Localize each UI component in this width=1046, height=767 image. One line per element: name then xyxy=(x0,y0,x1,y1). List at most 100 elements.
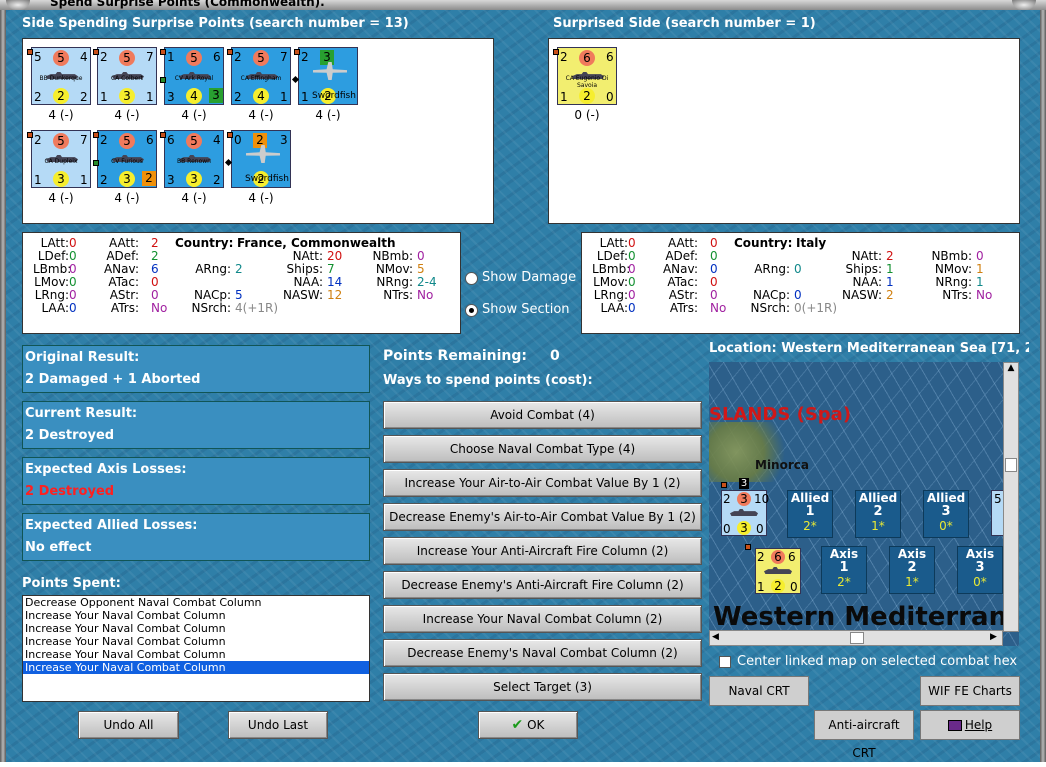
list-item[interactable]: Increase Your Naval Combat Column xyxy=(23,648,369,661)
axis-box[interactable]: Axis 3 0* xyxy=(957,546,1003,594)
axis-box[interactable]: Axis 2 1* xyxy=(889,546,935,594)
counter-tl-value: 2 xyxy=(560,50,568,64)
unit-counter[interactable]: 2 7 1 1 5 3 CA Colbert xyxy=(97,47,157,105)
unit-counter[interactable]: 1 6 3 5 4 3 CV Ark Royal xyxy=(164,47,224,105)
list-item[interactable]: Increase Your Naval Combat Column xyxy=(23,635,369,648)
list-item[interactable]: Increase Your Naval Combat Column xyxy=(23,609,369,622)
counter-name: CA Eugenio Di Savoia xyxy=(565,75,609,89)
axis-box-number: 3 xyxy=(975,560,985,575)
stat-nsrch: 4(+1R) xyxy=(235,301,279,315)
counter-bl-value: 1 xyxy=(34,173,42,187)
counter-name: CV Ark Royal xyxy=(174,75,214,82)
counter-br-value: 1 xyxy=(280,90,288,104)
map-unit-counter[interactable]: 261062 xyxy=(755,548,801,594)
allied-box-number: 2 xyxy=(873,504,883,519)
island-land xyxy=(709,422,799,482)
spend-option-button[interactable]: Decrease Enemy's Air-to-Air Combat Value… xyxy=(383,503,702,531)
unit-counter[interactable]: 0 3 2 2 Swordfish xyxy=(231,130,291,188)
counter-bl-value: 2 xyxy=(234,90,242,104)
control-marker xyxy=(160,49,166,55)
spend-option-button[interactable]: Decrease Enemy's Anti-Aircraft Fire Colu… xyxy=(383,571,702,599)
unit-counter[interactable]: 5 4 2 2 5 2 BB Dunkerque xyxy=(31,47,91,105)
counter-attack-value: 3 xyxy=(320,50,334,65)
counter-bl-value: 3 xyxy=(167,90,175,104)
system-menu-icon[interactable] xyxy=(6,0,30,10)
unit-counter[interactable]: 2 6 1 0 6 2 CA Eugenio Di Savoia xyxy=(557,47,617,105)
counter-br-value: 1 xyxy=(146,90,154,104)
scroll-right-icon[interactable]: ▶ xyxy=(990,632,997,642)
linked-map[interactable]: SLANDS (Spa) Minorca Western Mediterran … xyxy=(709,362,1019,646)
control-marker xyxy=(745,544,751,550)
map-unit-br: 0 xyxy=(756,522,764,536)
axis-box[interactable]: Axis 1 2* xyxy=(821,546,867,594)
center-map-checkbox[interactable] xyxy=(719,656,731,668)
counter-attack-value: 5 xyxy=(53,50,69,66)
control-marker xyxy=(227,132,233,138)
spend-option-button[interactable]: Select Target (3) xyxy=(383,673,702,701)
show-damage-label[interactable]: Show Damage xyxy=(482,270,576,285)
unit-counter[interactable]: 2 1 3 2 Swordfish xyxy=(298,47,358,105)
spend-option-button[interactable]: Increase Your Anti-Aircraft Fire Column … xyxy=(383,537,702,565)
spend-option-button[interactable]: Choose Naval Combat Type (4) xyxy=(383,435,702,463)
show-section-radio[interactable] xyxy=(465,304,478,317)
allied-box[interactable]: Allied 2 1* xyxy=(855,490,901,538)
stat-nsrch: 0(+1R) xyxy=(794,301,838,315)
counter-bl-value: 1 xyxy=(560,90,568,104)
control-marker xyxy=(93,132,99,138)
spend-option-button[interactable]: Decrease Enemy's Naval Combat Column (2) xyxy=(383,639,702,667)
counter-move-value: 4 xyxy=(253,88,269,104)
stat-label: NSrch: xyxy=(750,301,790,315)
points-spent-list[interactable]: Decrease Opponent Naval Combat Column Inc… xyxy=(22,595,370,702)
counter-status: 4 (-) xyxy=(181,191,207,205)
control-marker xyxy=(294,49,300,55)
map-unit-counter[interactable]: 2 10 0 0 3 3 xyxy=(721,490,770,536)
spend-option-button[interactable]: Increase Your Air-to-Air Combat Value By… xyxy=(383,469,702,497)
ship-icon xyxy=(730,509,758,516)
window-title: Spend Surprise Points (Commonwealth). xyxy=(50,0,325,9)
list-item[interactable]: Increase Your Naval Combat Column xyxy=(23,622,369,635)
show-damage-radio[interactable] xyxy=(465,272,478,285)
counter-tl-value: 2 xyxy=(301,50,309,64)
help-button[interactable]: Help xyxy=(920,710,1020,740)
close-icon[interactable] xyxy=(1012,0,1036,10)
spend-option-button[interactable]: Increase Your Naval Combat Column (2) xyxy=(383,605,702,633)
undo-all-button[interactable]: Undo All xyxy=(78,711,179,739)
wif-fe-charts-button[interactable]: WIF FE Charts xyxy=(920,676,1020,706)
counter-name: Swordfish xyxy=(312,91,356,101)
counter-attack-value: 5 xyxy=(253,50,269,66)
vertical-scroll-thumb[interactable] xyxy=(1005,458,1017,472)
counter-status: 4 (-) xyxy=(181,108,207,122)
naval-crt-button[interactable]: Naval CRT xyxy=(709,676,809,706)
ok-button[interactable]: ✔ OK xyxy=(478,711,578,739)
show-section-label[interactable]: Show Section xyxy=(482,302,570,317)
counter-status: 4 (-) xyxy=(248,108,274,122)
allied-box[interactable]: Allied 1 2* xyxy=(787,490,833,538)
map-unit-tr: 10 xyxy=(754,492,770,506)
unit-counter[interactable]: 6 4 3 2 5 3 BB Renown xyxy=(164,130,224,188)
list-item[interactable]: Decrease Opponent Naval Combat Column xyxy=(23,596,369,609)
allied-box[interactable]: Allied 3 0* xyxy=(923,490,969,538)
scroll-up-icon[interactable]: ▲ xyxy=(1005,363,1017,377)
map-vertical-scrollbar[interactable]: ▲ xyxy=(1003,362,1019,632)
dialog-window: Spend Surprise Points (Commonwealth). Si… xyxy=(0,0,1046,762)
minorca-label: Minorca xyxy=(755,458,809,472)
spend-option-button[interactable]: Avoid Combat (4) xyxy=(383,401,702,429)
stat-label: ATrs: xyxy=(110,301,139,315)
allied-box-value: 0* xyxy=(939,519,953,533)
anti-aircraft-crt-button[interactable]: Anti-aircraft CRT xyxy=(814,710,914,760)
unit-counter[interactable]: 2 6 2 5 3 2 CV Furious xyxy=(97,130,157,188)
map-horizontal-scrollbar[interactable]: ◀ ▶ xyxy=(709,630,1003,646)
unit-counter[interactable]: 2 7 1 1 5 3 CA Dupleix xyxy=(31,130,91,188)
horizontal-scroll-thumb[interactable] xyxy=(850,632,864,644)
stat-arng: 2 xyxy=(235,262,243,276)
stat-label: LAA: xyxy=(600,301,628,315)
list-item[interactable]: Increase Your Naval Combat Column xyxy=(23,661,369,674)
undo-last-button[interactable]: Undo Last xyxy=(228,711,328,739)
counter-bl-value: 1 xyxy=(100,90,108,104)
original-result-label: Original Result: xyxy=(25,350,140,365)
unit-counter[interactable]: 2 7 2 1 5 4 CA Effingham xyxy=(231,47,291,105)
control-marker xyxy=(93,49,99,55)
counter-attack-value: 6 xyxy=(579,50,595,66)
center-map-label[interactable]: Center linked map on selected combat hex xyxy=(737,654,1017,669)
scroll-left-icon[interactable]: ◀ xyxy=(712,632,719,642)
